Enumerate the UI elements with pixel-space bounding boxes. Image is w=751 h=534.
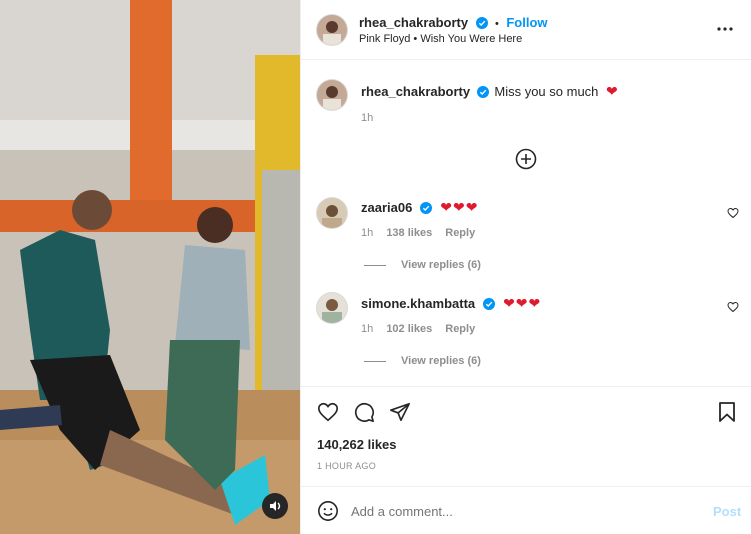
caption-text: Miss you so much	[494, 84, 599, 99]
comment-input[interactable]	[351, 501, 691, 521]
like-comment-icon[interactable]	[727, 300, 739, 313]
like-comment-icon[interactable]	[727, 206, 739, 219]
comment-likes[interactable]: 102 likes	[386, 323, 432, 335]
commenter-username[interactable]: zaaria06	[361, 200, 412, 215]
separator-dot: •	[495, 18, 499, 30]
post-actions: 140,262 likes 1 HOUR AGO	[301, 386, 751, 486]
follow-button[interactable]: Follow	[506, 15, 547, 30]
verified-badge-icon	[475, 16, 488, 29]
save-bookmark-icon[interactable]	[717, 401, 737, 423]
comment-composer: Post	[301, 486, 751, 534]
speaker-icon	[270, 501, 281, 511]
author-avatar[interactable]	[317, 15, 347, 45]
mute-button[interactable]	[262, 493, 288, 519]
reply-button[interactable]: Reply	[445, 227, 475, 239]
caption-time: 1h	[361, 112, 374, 124]
more-options-icon[interactable]	[716, 22, 734, 36]
comment-icon[interactable]	[353, 401, 375, 423]
caption: rhea_chakraborty Miss you so much ❤	[361, 83, 619, 100]
post-details-panel: rhea_chakraborty • Follow Pink Floyd • W…	[300, 0, 751, 534]
audio-link[interactable]: Pink Floyd • Wish You Were Here	[359, 33, 522, 45]
reply-button[interactable]: Reply	[445, 323, 475, 335]
verified-badge-icon	[476, 86, 489, 98]
caption-avatar[interactable]	[317, 80, 347, 110]
comment-text: ❤❤❤	[503, 295, 542, 311]
verified-badge-icon	[482, 297, 495, 310]
view-replies-button[interactable]: View replies (6)	[401, 355, 481, 367]
verified-badge-icon	[419, 201, 432, 214]
post-comment-button[interactable]: Post	[713, 504, 741, 519]
heart-emoji: ❤	[606, 83, 619, 99]
replies-divider	[364, 361, 386, 362]
video-frame	[0, 0, 300, 534]
commenter-username[interactable]: simone.khambatta	[361, 296, 475, 311]
commenter-avatar[interactable]	[317, 198, 347, 228]
post-timestamp: 1 HOUR AGO	[317, 461, 377, 471]
view-replies-button[interactable]: View replies (6)	[401, 259, 481, 271]
caption-username[interactable]: rhea_chakraborty	[361, 84, 470, 99]
like-icon[interactable]	[317, 401, 339, 423]
post-header: rhea_chakraborty • Follow Pink Floyd • W…	[301, 0, 751, 60]
comment-likes[interactable]: 138 likes	[386, 227, 432, 239]
replies-divider	[364, 265, 386, 266]
likes-count[interactable]: 140,262 likes	[317, 437, 397, 452]
comment-time: 1h	[361, 227, 374, 239]
author-username[interactable]: rhea_chakraborty	[359, 15, 468, 30]
emoji-icon[interactable]	[317, 500, 339, 522]
comment-time: 1h	[361, 323, 374, 335]
share-icon[interactable]	[389, 401, 411, 423]
post-video[interactable]	[0, 0, 300, 534]
comment-text: ❤❤❤	[440, 199, 479, 215]
load-more-comments-icon[interactable]	[515, 148, 537, 170]
commenter-avatar[interactable]	[317, 293, 347, 323]
